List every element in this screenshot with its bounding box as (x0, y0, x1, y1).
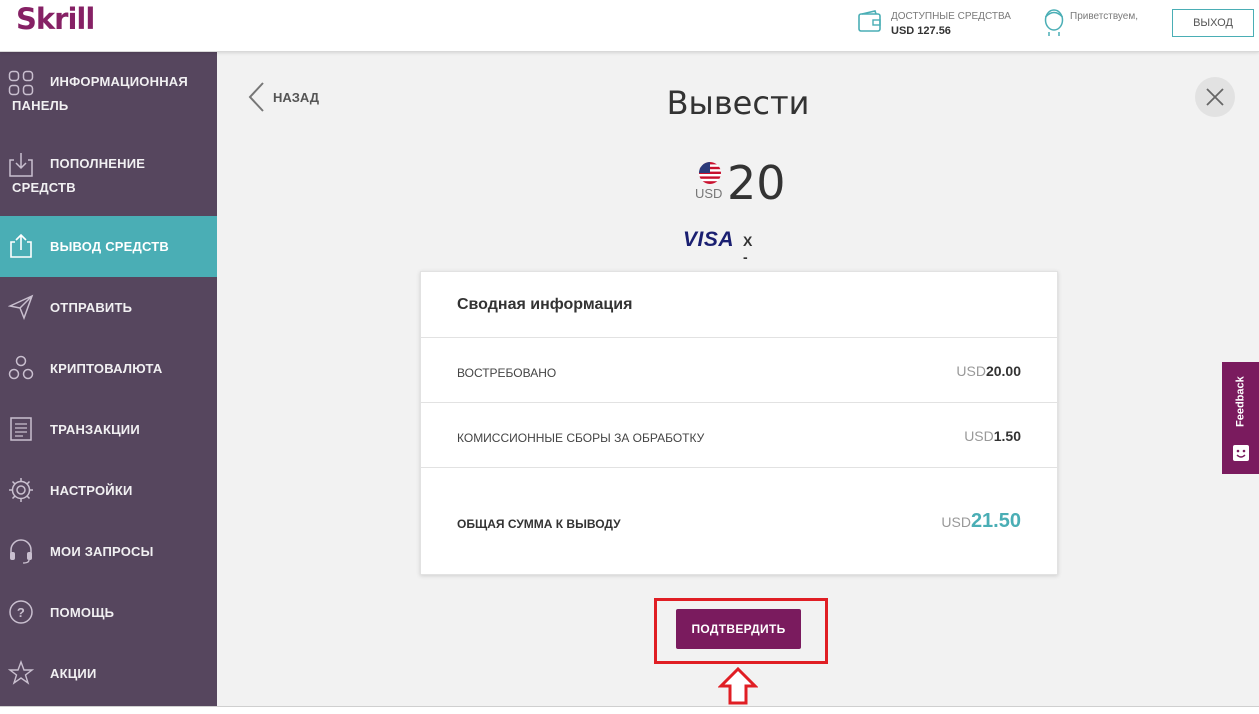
sidebar-item-label: ПОПОЛНЕНИЕ СРЕДСТВ (12, 156, 146, 195)
svg-text:?: ? (17, 605, 25, 620)
feedback-label: Feedback (1234, 376, 1247, 428)
sidebar-item-label: ИНФОРМАЦИОННАЯ ПАНЕЛЬ (12, 74, 188, 113)
sidebar-item-requests[interactable]: МОИ ЗАПРОСЫ (0, 521, 217, 582)
summary-card: Сводная информация ВОСТРЕБОВАНО USD20.00… (420, 271, 1059, 575)
sidebar-item-send[interactable]: ОТПРАВИТЬ (0, 277, 217, 338)
sidebar-item-promotions[interactable]: АКЦИИ (0, 643, 217, 704)
feedback-tab[interactable]: Feedback (1222, 362, 1259, 474)
requested-value: USD20.00 (956, 363, 1021, 379)
sidebar-item-crypto[interactable]: КРИПТОВАЛЮТА (0, 338, 217, 399)
sidebar-item-deposit[interactable]: ПОПОЛНЕНИЕ СРЕДСТВ (0, 148, 217, 214)
requested-label: ВОСТРЕБОВАНО (457, 366, 557, 380)
header: Skrill ДОСТУПНЫЕ СРЕДСТВА USD 127.56 При… (0, 0, 1259, 52)
greeting-text: Приветствуем, (1070, 11, 1139, 22)
headset-icon (10, 539, 32, 564)
transactions-icon (10, 417, 32, 441)
crypto-icon (8, 355, 34, 380)
sidebar-item-transactions[interactable]: ТРАНЗАКЦИИ (0, 399, 217, 460)
visa-logo: VISA (683, 228, 735, 251)
user-avatar-icon[interactable] (1041, 7, 1067, 37)
up-arrow-icon (718, 666, 758, 705)
summary-title: Сводная информация (457, 296, 633, 313)
sidebar-item-label: ВЫВОД СРЕДСТВ (50, 239, 169, 254)
star-icon (8, 660, 34, 685)
send-icon (8, 294, 34, 320)
sidebar-item-label: ПОМОЩЬ (50, 605, 115, 620)
withdraw-icon (10, 233, 32, 258)
currency-code: USD (695, 186, 723, 201)
sidebar-item-dashboard[interactable]: ИНФОРМАЦИОННАЯ ПАНЕЛЬ (0, 66, 217, 132)
sidebar-item-label: АКЦИИ (50, 666, 97, 681)
confirm-button[interactable]: ПОДТВЕРДИТЬ (676, 609, 801, 649)
total-label: ОБЩАЯ СУММА К ВЫВОДУ (457, 517, 621, 531)
sidebar-item-withdraw[interactable]: ВЫВОД СРЕДСТВ (0, 216, 217, 277)
bottom-edge (0, 706, 1259, 714)
help-icon: ? (9, 600, 33, 624)
processing-fee-label: КОМИССИОННЫЕ СБОРЫ ЗА ОБРАБОТКУ (457, 431, 705, 445)
divider (421, 467, 1059, 468)
sidebar: ИНФОРМАЦИОННАЯ ПАНЕЛЬ ПОПОЛНЕНИЕ СРЕДСТВ… (0, 52, 217, 706)
sidebar-item-help[interactable]: ? ПОМОЩЬ (0, 582, 217, 643)
wallet-icon (858, 10, 881, 32)
total-value: USD21.50 (941, 510, 1021, 532)
amount-value: 20 (727, 156, 786, 210)
page-title: Вывести (666, 84, 810, 122)
logout-button[interactable]: ВЫХОД (1172, 9, 1254, 37)
sidebar-item-label: ТРАНЗАКЦИИ (50, 422, 140, 437)
available-funds-value: USD 127.56 (891, 25, 951, 37)
card-number-mask: X - (743, 233, 753, 265)
main-content: НАЗАД Вывести USD 20 VISA X - Сводная ин… (217, 52, 1259, 706)
sidebar-item-label: МОИ ЗАПРОСЫ (50, 544, 154, 559)
divider (421, 402, 1059, 403)
us-flag-icon (699, 162, 721, 184)
sidebar-item-label: КРИПТОВАЛЮТА (50, 361, 163, 376)
sidebar-item-label: НАСТРОЙКИ (50, 483, 133, 498)
available-funds-label: ДОСТУПНЫЕ СРЕДСТВА (891, 11, 1011, 22)
settings-icon (9, 478, 33, 502)
skrill-logo[interactable]: Skrill (16, 2, 95, 36)
processing-fee-value: USD1.50 (964, 428, 1021, 444)
divider (421, 337, 1059, 338)
sidebar-item-settings[interactable]: НАСТРОЙКИ (0, 460, 217, 521)
sidebar-item-label: ОТПРАВИТЬ (50, 300, 133, 315)
smiley-icon (1233, 445, 1249, 461)
